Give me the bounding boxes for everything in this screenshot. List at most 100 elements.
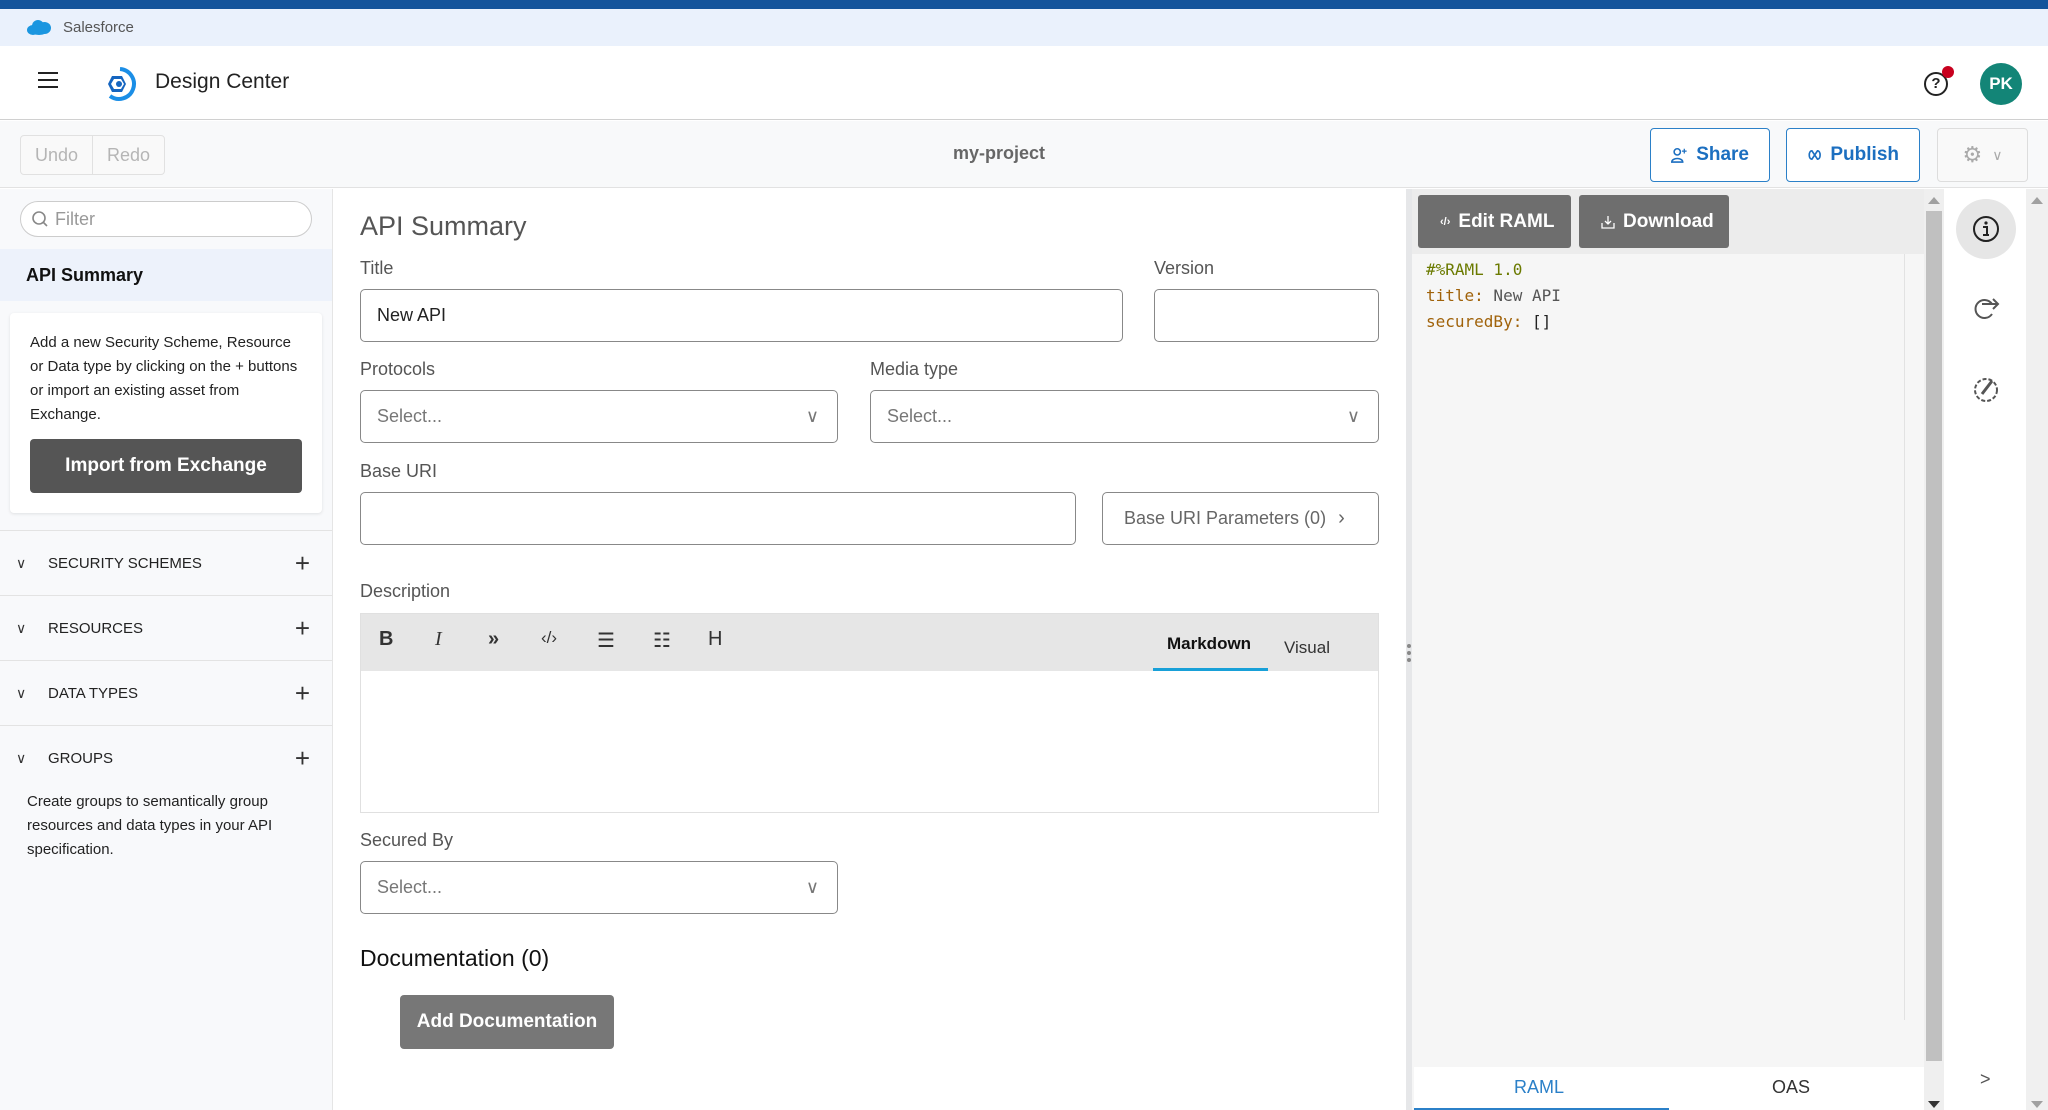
publish-label: Publish [1830,144,1899,165]
tab-raml[interactable]: RAML [1514,1077,1564,1098]
undo-button[interactable]: Undo [21,136,92,174]
chevron-down-icon[interactable]: ∨ [16,685,30,702]
share-label: Share [1696,144,1749,165]
chevron-down-icon: ∨ [1346,406,1360,426]
section-data-types[interactable]: ∨ DATA TYPES + [0,660,332,725]
active-tab-indicator [1153,668,1268,671]
drag-grip-icon [1407,644,1411,665]
media-type-select[interactable]: Select... ∨ [870,390,1379,443]
secured-by-value: Select... [377,877,443,897]
unordered-list-icon[interactable]: ☷ [653,628,671,653]
section-security-schemes[interactable]: ∨ SECURITY SCHEMES + [0,530,332,595]
heading-icon[interactable]: H [708,628,722,651]
page-scrollbar[interactable] [2026,189,2048,1110]
add-group-button[interactable]: + [295,743,310,774]
help-icon[interactable]: ? [1924,66,1954,96]
filter-input[interactable] [55,208,295,230]
protocols-label: Protocols [360,359,436,379]
org-bar: Salesforce [0,9,2048,46]
chevron-down-icon[interactable]: ∨ [16,555,30,572]
sidebar-item-api-summary[interactable]: API Summary [0,249,332,301]
scroll-down-arrow[interactable] [2031,1101,2043,1108]
project-name: my-project [953,143,1046,163]
sidebar: API Summary Add a new Security Scheme, R… [0,189,333,1110]
right-icon-rail: > [1946,189,2026,1110]
org-label[interactable]: Salesforce [63,19,134,36]
ordered-list-icon[interactable]: ☰ [597,628,615,653]
app-header: Design Center ? PK [0,46,2048,120]
base-uri-input[interactable] [360,492,1076,545]
governance-icon[interactable] [1956,359,2016,419]
chevron-down-icon[interactable]: ∨ [16,620,30,637]
publish-icon [1808,149,1821,161]
notification-dot [1942,66,1954,78]
avatar[interactable]: PK [1980,63,2022,105]
tab-visual[interactable]: Visual [1284,638,1330,658]
groups-description: Create groups to semantically group reso… [27,793,273,858]
raml-code[interactable]: #%RAML 1.0 title: New API securedBy: [] [1426,257,1561,335]
description-textarea[interactable] [361,671,1378,812]
secured-by-select[interactable]: Select... ∨ [360,861,838,914]
download-icon [1601,215,1615,229]
design-center-logo [108,67,136,101]
bold-icon[interactable]: B [379,628,393,651]
version-label: Version [1154,258,1215,278]
base-uri-parameters-button[interactable]: Base URI Parameters (0) › [1102,492,1379,545]
undo-redo-group: Undo Redo [20,135,166,175]
raml-scrollbar[interactable] [1924,189,1944,1110]
gear-icon: ⚙ [1962,142,1983,167]
app-title: Design Center [155,70,290,93]
api-summary-form: API Summary Title New API Version Protoc… [334,189,1408,1110]
section-resources[interactable]: ∨ RESOURCES + [0,595,332,660]
hamburger-icon[interactable] [38,72,58,90]
download-button[interactable]: Download [1579,195,1729,248]
publish-button[interactable]: Publish [1786,128,1920,182]
title-label: Title [360,258,394,278]
version-input[interactable] [1154,289,1379,342]
add-resource-button[interactable]: + [295,613,310,644]
search-icon [32,211,48,227]
collapse-panel-button[interactable]: > [1980,1069,1991,1090]
editor-gutter-line [1904,254,1905,1020]
add-security-scheme-button[interactable]: + [295,548,310,579]
chevron-down-icon[interactable]: ∨ [16,750,30,767]
media-type-value: Select... [887,406,953,426]
section-groups[interactable]: ∨ GROUPS + [0,725,332,790]
add-data-type-button[interactable]: + [295,678,310,709]
italic-icon[interactable]: I [435,628,442,651]
add-documentation-button[interactable]: Add Documentation [400,995,614,1049]
section-label: DATA TYPES [48,684,139,702]
protocols-value: Select... [377,406,443,426]
redo-button[interactable]: Redo [92,136,164,174]
section-label: GROUPS [48,749,114,767]
scroll-up-arrow[interactable] [2031,197,2043,204]
chevron-down-icon: ∨ [805,406,819,426]
edit-raml-button[interactable]: ‹/› Edit RAML [1418,195,1571,248]
code-icon[interactable]: ‹/› [541,628,557,648]
page-title: API Summary [360,211,527,241]
scroll-thumb[interactable] [1926,211,1942,1061]
tab-markdown[interactable]: Markdown [1167,634,1251,654]
code-line: title: New API [1426,286,1561,305]
tab-oas[interactable]: OAS [1772,1077,1810,1098]
protocols-select[interactable]: Select... ∨ [360,390,838,443]
section-label: SECURITY SCHEMES [48,554,202,572]
import-from-exchange-button[interactable]: Import from Exchange [30,439,302,493]
section-label: RESOURCES [48,619,144,637]
share-forward-icon[interactable] [1956,279,2016,339]
scroll-down-arrow[interactable] [1928,1101,1940,1108]
scroll-up-arrow[interactable] [1928,197,1940,204]
settings-dropdown[interactable]: ⚙ ∨ [1937,128,2028,182]
edit-raml-label: Edit RAML [1458,210,1555,232]
title-input[interactable]: New API [360,289,1123,342]
share-button[interactable]: Share [1650,128,1770,182]
browser-top-strip [0,0,2048,9]
add-user-icon [1671,147,1687,163]
chevron-down-icon: ∨ [1992,146,2003,163]
filter-field[interactable] [20,201,312,237]
documentation-heading: Documentation (0) [360,945,550,971]
quote-icon[interactable]: » [488,628,499,651]
info-icon[interactable] [1956,199,2016,259]
code-icon: ‹/› [1440,215,1451,228]
media-type-label: Media type [870,359,959,379]
